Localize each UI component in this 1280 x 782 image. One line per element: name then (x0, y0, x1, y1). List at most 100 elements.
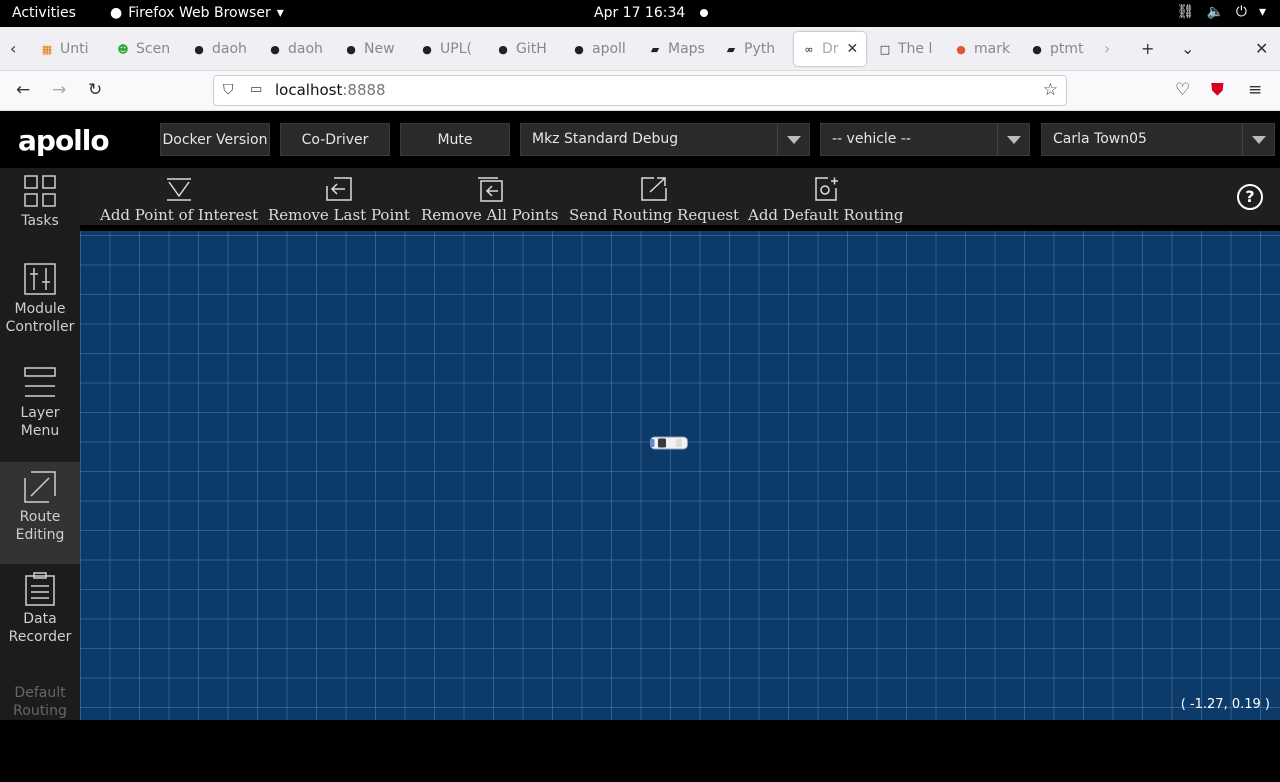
github-icon: ● (194, 42, 204, 56)
vehicle-select[interactable]: -- vehicle -- (820, 123, 1030, 156)
tracking-shield-icon[interactable]: ⛉ (223, 82, 234, 98)
tab-label: Maps (668, 41, 705, 57)
browser-tab[interactable]: ● apoll (564, 32, 636, 66)
browser-tab[interactable]: ● mark (946, 32, 1018, 66)
forward-icon[interactable]: → (52, 80, 66, 100)
sidebar-item-label: Layer Menu (20, 405, 60, 439)
add-point-of-interest-button[interactable]: Add Point of Interest (100, 176, 258, 224)
layers-icon (24, 367, 56, 397)
browser-tab[interactable]: ● daoh (184, 32, 256, 66)
browser-tab[interactable]: ● daoh (260, 32, 332, 66)
sidebar-item-module-controller[interactable]: Module Controller (0, 262, 80, 364)
route-icon (24, 471, 56, 503)
github-icon: ● (346, 42, 356, 56)
browser-tab[interactable]: □ The l (870, 32, 942, 66)
github-icon: ● (574, 42, 584, 56)
send-icon (641, 177, 667, 201)
tool-label: Remove All Points (421, 206, 559, 224)
mute-button[interactable]: Mute (400, 123, 510, 156)
sidebar-item-label: Data Recorder (8, 611, 72, 645)
browser-nav-bar: ← → ↻ ⛉ ▭ localhost:8888 ☆ ♡ ⛊ ≡ (0, 71, 1280, 111)
remove-all-points-button[interactable]: Remove All Points (421, 176, 558, 224)
tab-label: The l (898, 41, 933, 57)
activities-button[interactable]: Activities (12, 5, 76, 21)
network-icon: ⛓ (1176, 4, 1195, 20)
os-top-bar: Activities ● Firefox Web Browser ▾ Apr 1… (0, 0, 1280, 27)
co-driver-button[interactable]: Co-Driver (280, 123, 390, 156)
browser-tab[interactable]: ● New (336, 32, 408, 66)
browser-tab[interactable]: ● ptmt (1022, 32, 1094, 66)
github-icon: ● (270, 42, 280, 56)
map-canvas[interactable]: ( -1.27, 0.19 ) (80, 231, 1280, 720)
vehicle-select-value: -- vehicle -- (832, 131, 911, 147)
chevron-down-icon: ▾ (276, 5, 284, 21)
mode-select-value: Mkz Standard Debug (532, 131, 679, 147)
remove-all-icon (477, 177, 503, 202)
sidebar-item-label: Tasks (21, 213, 59, 229)
hamburger-menu-icon[interactable]: ≡ (1248, 80, 1262, 100)
list-all-tabs-icon[interactable]: ⌄ (1181, 39, 1194, 58)
url-host: localhost (275, 81, 343, 99)
sidebar-item-default-routing[interactable]: Default Routing (0, 680, 80, 782)
orange-grid-icon: ▦ (41, 42, 53, 56)
tab-label: daoh (288, 41, 323, 57)
close-window-icon[interactable]: ✕ (1255, 39, 1268, 58)
mode-select[interactable]: Mkz Standard Debug (520, 123, 810, 156)
cursor-coordinates: ( -1.27, 0.19 ) (1180, 697, 1270, 712)
grid-icon (24, 175, 56, 207)
remove-last-icon (326, 177, 352, 201)
help-icon[interactable]: ? (1237, 184, 1263, 210)
send-routing-request-button[interactable]: Send Routing Request (569, 176, 739, 224)
tab-scroll-right-icon[interactable]: › (1104, 39, 1110, 58)
browser-tab[interactable]: ▰ Pyth (716, 32, 788, 66)
chevron-down-icon (997, 124, 1029, 155)
browser-tab[interactable]: ∞ Dr ✕ (794, 32, 866, 66)
pocket-icon[interactable]: ♡ (1175, 80, 1190, 100)
page-info-icon[interactable]: ▭ (250, 82, 262, 97)
add-default-routing-button[interactable]: Add Default Routing (748, 176, 904, 224)
tab-scroll-left-icon[interactable]: ‹ (10, 39, 16, 58)
browser-tab[interactable]: ● GitH (488, 32, 560, 66)
map-select[interactable]: Carla Town05 (1041, 123, 1275, 156)
url-bar[interactable]: ⛉ ▭ localhost:8888 ☆ (213, 75, 1067, 106)
sidebar-item-data-recorder[interactable]: Data Recorder (0, 572, 80, 674)
docker-version-button[interactable]: Docker Version (160, 123, 270, 156)
close-tab-icon[interactable]: ✕ (847, 41, 859, 57)
reload-icon[interactable]: ↻ (88, 80, 102, 100)
sidebar-item-route-editing[interactable]: Route Editing (0, 462, 80, 564)
tab-label: Scen (136, 41, 171, 57)
firefox-icon: ● (110, 5, 123, 21)
route-editing-toolbar: Add Point of Interest Remove Last Point … (80, 168, 1280, 228)
browser-tab[interactable]: ▦ Unti (32, 32, 104, 66)
sidebar-item-label: Default Routing (13, 685, 67, 719)
clock[interactable]: Apr 17 16:34 (594, 5, 685, 21)
tab-label: GitH (516, 41, 547, 57)
ego-vehicle-icon (650, 436, 688, 450)
url-text: localhost:8888 (275, 81, 386, 99)
tool-label: Add Point of Interest (100, 206, 259, 224)
tab-label: apoll (592, 41, 626, 57)
sidebar-item-tasks[interactable]: Tasks (0, 174, 80, 276)
browser-tab-strip: ‹ ▦ Unti ☻ Scen ● daoh ● daoh ● New ● UPL(● GitH ● apo… (0, 27, 1280, 71)
notification-dot (700, 9, 708, 17)
chevron-down-icon (777, 124, 809, 155)
dreamview-header: apollo Docker Version Co-Driver Mute Mkz… (0, 111, 1280, 168)
back-icon[interactable]: ← (16, 80, 30, 100)
default-route-icon (815, 177, 838, 201)
github-icon: ● (422, 42, 432, 56)
tab-label: ptmt (1050, 41, 1084, 57)
tool-label: Send Routing Request (569, 206, 740, 224)
github-icon: ● (498, 42, 508, 56)
tab-label: mark (974, 41, 1011, 57)
system-tray[interactable]: ⛓ 🔈 ⏻ ▾ (1177, 4, 1266, 20)
app-menu[interactable]: ● Firefox Web Browser ▾ (110, 5, 284, 21)
sidebar-item-layer-menu[interactable]: Layer Menu (0, 366, 80, 468)
duckduckgo-icon: ● (956, 42, 966, 56)
remove-last-point-button[interactable]: Remove Last Point (268, 176, 410, 224)
browser-tab[interactable]: ● UPL( (412, 32, 484, 66)
new-tab-icon[interactable]: + (1141, 39, 1154, 58)
browser-tab[interactable]: ▰ Maps (640, 32, 712, 66)
bookmark-star-icon[interactable]: ☆ (1043, 80, 1058, 100)
browser-tab[interactable]: ☻ Scen (108, 32, 180, 66)
ublock-icon[interactable]: ⛊ (1211, 80, 1224, 100)
